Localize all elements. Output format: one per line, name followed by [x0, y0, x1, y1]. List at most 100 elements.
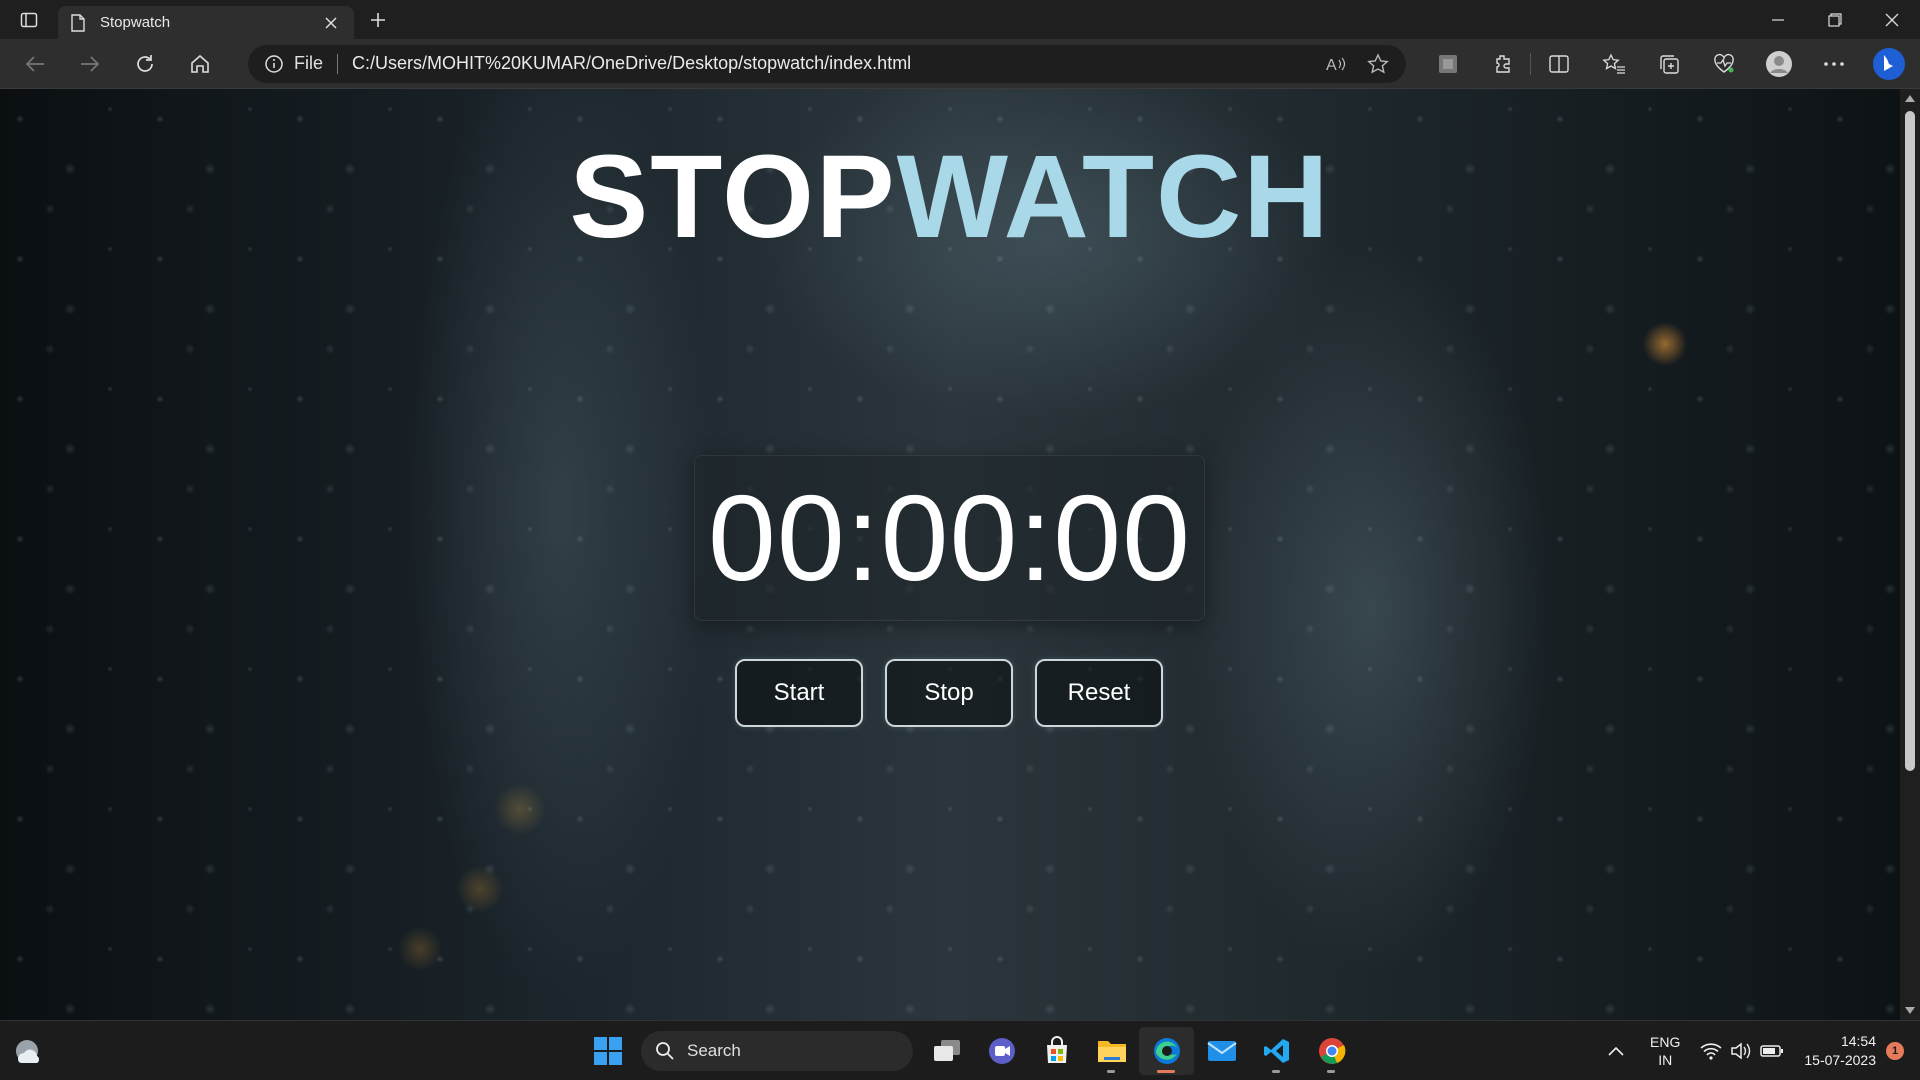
wifi-icon: [1700, 1043, 1722, 1060]
read-aloud-icon[interactable]: A: [1324, 52, 1348, 76]
window-controls: [1749, 0, 1920, 39]
chrome-button[interactable]: [1304, 1027, 1359, 1075]
taskbar-search[interactable]: Search: [641, 1031, 913, 1071]
stop-button[interactable]: Stop: [885, 659, 1013, 727]
browser-toolbar: File C:/Users/MOHIT%20KUMAR/OneDrive/Des…: [0, 39, 1920, 89]
favorites-icon[interactable]: [1586, 46, 1641, 82]
page-file-icon: [70, 13, 88, 32]
folder-icon: [1097, 1041, 1126, 1062]
chevron-up-icon: [1608, 1046, 1624, 1056]
extensions-puzzle-icon[interactable]: [1475, 46, 1530, 82]
minimize-button[interactable]: [1749, 0, 1806, 39]
back-button[interactable]: [14, 46, 56, 82]
plus-icon: [371, 12, 385, 27]
scroll-down-arrow[interactable]: [1905, 1007, 1915, 1014]
file-explorer-button[interactable]: [1084, 1027, 1139, 1075]
time-readout: 00:00:00: [708, 470, 1191, 606]
start-button[interactable]: Start: [735, 659, 863, 727]
edge-icon: [1153, 1038, 1180, 1064]
home-icon: [191, 54, 209, 73]
clock[interactable]: 14:54 15-07-2023: [1804, 1032, 1876, 1070]
new-tab-button[interactable]: [358, 0, 398, 39]
protocol-label: File: [294, 53, 324, 73]
page-viewport: STOPWATCH 00:00:00 Start Stop Reset: [0, 89, 1900, 1020]
tab-title: Stopwatch: [100, 14, 171, 31]
start-menu-button[interactable]: [580, 1027, 635, 1075]
region-code: IN: [1658, 1052, 1673, 1068]
title-part-watch: WATCH: [896, 131, 1331, 263]
forward-button[interactable]: [69, 46, 111, 82]
tab-actions-icon: [20, 12, 38, 27]
browser-titlebar: Stopwatch: [0, 0, 1920, 39]
close-icon: [325, 16, 337, 29]
scroll-up-arrow[interactable]: [1905, 95, 1915, 102]
copilot-button[interactable]: [1869, 44, 1909, 84]
reset-button[interactable]: Reset: [1035, 659, 1163, 727]
volume-icon: [1731, 1042, 1751, 1060]
quick-settings[interactable]: [1700, 1041, 1784, 1061]
restore-button[interactable]: [1806, 0, 1863, 39]
profile-avatar-icon[interactable]: [1751, 46, 1806, 82]
language-code: ENG: [1650, 1034, 1681, 1050]
refresh-button[interactable]: [124, 46, 166, 82]
more-options-icon[interactable]: [1806, 46, 1861, 82]
bing-copilot-icon: [1873, 47, 1905, 80]
timer-display: 00:00:00: [694, 455, 1205, 621]
address-bar[interactable]: File C:/Users/MOHIT%20KUMAR/OneDrive/Des…: [248, 44, 1406, 83]
running-indicator: [1272, 1070, 1280, 1073]
mail-button[interactable]: [1194, 1027, 1249, 1075]
toolbar-icons: [1420, 46, 1861, 82]
store-icon: [1046, 1036, 1067, 1063]
chat-icon: [988, 1038, 1015, 1064]
search-label: Search: [687, 1041, 741, 1060]
tab-actions-button[interactable]: [0, 0, 58, 39]
mail-icon: [1206, 1041, 1237, 1061]
edge-browser-button[interactable]: [1139, 1027, 1194, 1075]
stopwatch-controls: Start Stop Reset: [735, 659, 1163, 727]
windows-taskbar: Search ENG IN 14:54 15-07-2023 1: [0, 1020, 1920, 1080]
tab-close-button[interactable]: [320, 12, 342, 34]
language-indicator[interactable]: ENG IN: [1650, 1033, 1680, 1069]
active-indicator: [1157, 1070, 1175, 1073]
favorite-star-icon[interactable]: [1366, 52, 1390, 76]
battery-icon: [1760, 1045, 1784, 1057]
close-window-button[interactable]: [1863, 0, 1920, 39]
running-indicator: [1107, 1070, 1115, 1073]
task-view-button[interactable]: [919, 1027, 974, 1075]
restore-icon: [1827, 12, 1842, 27]
clock-date: 15-07-2023: [1804, 1052, 1876, 1068]
taskbar-apps: Search: [580, 1027, 1359, 1075]
teams-chat-button[interactable]: [974, 1027, 1029, 1075]
address-separator: [337, 53, 339, 74]
minimize-icon: [1771, 18, 1784, 21]
microsoft-store-button[interactable]: [1029, 1027, 1084, 1075]
task-view-icon: [933, 1040, 960, 1061]
extension-square-icon[interactable]: [1420, 46, 1475, 82]
info-icon[interactable]: [264, 53, 286, 75]
url-text[interactable]: C:/Users/MOHIT%20KUMAR/OneDrive/Desktop/…: [352, 53, 1314, 74]
weather-widget-icon[interactable]: [12, 1035, 44, 1067]
arrow-right-icon: [81, 55, 100, 72]
page-title: STOPWATCH: [0, 129, 1900, 265]
split-screen-icon[interactable]: [1531, 46, 1586, 82]
running-indicator: [1327, 1070, 1335, 1073]
vertical-scrollbar[interactable]: [1900, 89, 1920, 1020]
search-icon: [655, 1040, 677, 1062]
vscode-icon: [1263, 1039, 1289, 1063]
svg-text:A: A: [1326, 57, 1337, 74]
close-icon: [1885, 13, 1898, 26]
notification-badge[interactable]: 1: [1886, 1042, 1904, 1060]
home-button[interactable]: [179, 46, 221, 82]
refresh-icon: [137, 54, 153, 72]
clock-time: 14:54: [1840, 1033, 1876, 1049]
chrome-icon: [1318, 1038, 1345, 1064]
system-tray: ENG IN 14:54 15-07-2023 1: [1596, 1021, 1920, 1080]
windows-logo-icon: [593, 1037, 622, 1065]
scrollbar-thumb[interactable]: [1905, 111, 1915, 771]
show-hidden-icons-button[interactable]: [1596, 1046, 1636, 1056]
browser-essentials-icon[interactable]: [1696, 46, 1751, 82]
collections-icon[interactable]: [1641, 46, 1696, 82]
arrow-left-icon: [25, 55, 44, 72]
vscode-button[interactable]: [1249, 1027, 1304, 1075]
browser-tab[interactable]: Stopwatch: [58, 6, 354, 39]
